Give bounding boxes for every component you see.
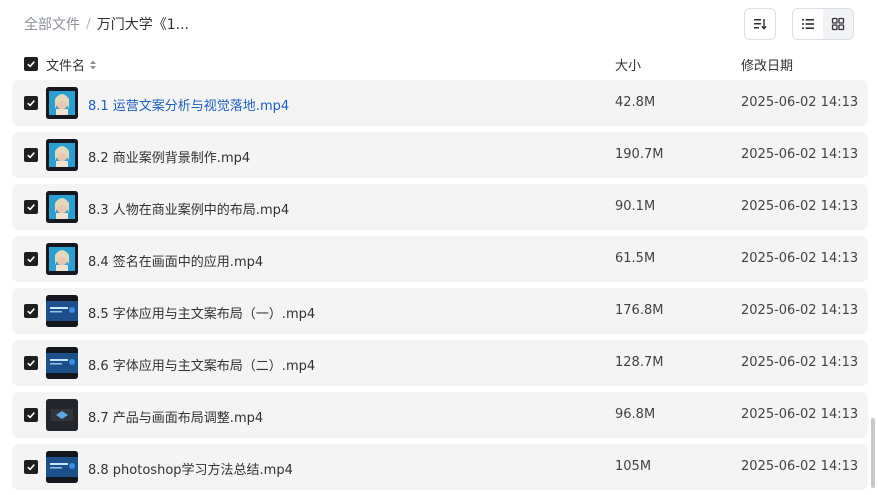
row-checkbox[interactable] xyxy=(24,96,38,110)
file-size: 128.7M xyxy=(615,355,664,370)
sort-button[interactable] xyxy=(744,8,776,40)
breadcrumb-current-folder: 万门大学《1... xyxy=(96,17,189,33)
file-modified-date: 2025-06-02 14:13 xyxy=(741,459,859,474)
check-icon xyxy=(27,61,35,68)
file-name-link[interactable]: 8.7 产品与画面布局调整.mp4 xyxy=(88,407,263,426)
file-size: 105M xyxy=(615,459,652,474)
file-size: 176.8M xyxy=(615,303,664,318)
sort-updown-icon xyxy=(90,60,97,69)
table-row[interactable]: 8.6 字体应用与主文案布局（二）.mp4 128.7M 2025-06-02 14… xyxy=(12,340,868,386)
row-checkbox[interactable] xyxy=(24,148,38,162)
check-icon xyxy=(27,360,35,367)
column-header-size[interactable]: 大小 xyxy=(615,55,641,74)
table-row[interactable]: 8.2 商业案例背景制作.mp4 190.7M 2025-06-02 14:13 xyxy=(12,132,868,178)
breadcrumb-root-link[interactable]: 全部文件 xyxy=(24,14,80,34)
view-toggle xyxy=(792,8,854,40)
file-modified-date: 2025-06-02 14:13 xyxy=(741,355,859,370)
column-header-name[interactable]: 文件名 xyxy=(46,55,98,74)
file-name-link[interactable]: 8.2 商业案例背景制作.mp4 xyxy=(88,147,250,166)
video-thumbnail[interactable] xyxy=(46,399,78,431)
grid-view-button[interactable] xyxy=(823,9,853,39)
table-row[interactable]: 8.4 签名在画面中的应用.mp4 61.5M 2025-06-02 14:13 xyxy=(12,236,868,282)
breadcrumb-separator: / xyxy=(86,16,91,32)
check-icon xyxy=(27,204,35,211)
top-bar: 全部文件 / 万门大学《1... xyxy=(0,0,878,48)
file-name-link[interactable]: 8.1 运营文案分析与视觉落地.mp4 xyxy=(88,95,289,114)
table-row[interactable]: 8.5 字体应用与主文案布局（一）.mp4 176.8M 2025-06-02 14… xyxy=(12,288,868,334)
check-icon xyxy=(27,100,35,107)
list-view-button[interactable] xyxy=(793,9,823,39)
check-icon xyxy=(27,308,35,315)
file-size: 90.1M xyxy=(615,199,656,214)
file-modified-date: 2025-06-02 14:13 xyxy=(741,147,859,162)
check-icon xyxy=(27,256,35,263)
breadcrumb: 全部文件 / 万门大学《1... xyxy=(24,14,189,34)
column-header-modified[interactable]: 修改日期 xyxy=(741,55,793,74)
file-name-link[interactable]: 8.8 photoshop学习方法总结.mp4 xyxy=(88,459,293,478)
grid-view-icon xyxy=(831,17,845,31)
list-view-icon xyxy=(802,19,814,29)
file-size: 190.7M xyxy=(615,147,664,162)
table-row[interactable]: 8.8 photoshop学习方法总结.mp4 105M 2025-06-02 14… xyxy=(12,444,868,490)
column-header-name-label: 文件名 xyxy=(46,59,86,74)
select-all-checkbox[interactable] xyxy=(24,57,38,71)
file-modified-date: 2025-06-02 14:13 xyxy=(741,407,859,422)
video-thumbnail[interactable] xyxy=(46,139,78,171)
file-name-link[interactable]: 8.6 字体应用与主文案布局（二）.mp4 xyxy=(88,355,315,374)
video-thumbnail[interactable] xyxy=(46,451,78,483)
table-row[interactable]: 8.1 运营文案分析与视觉落地.mp4 42.8M 2025-06-02 14:13 xyxy=(12,80,868,126)
video-thumbnail[interactable] xyxy=(46,295,78,327)
check-icon xyxy=(27,152,35,159)
file-name-link[interactable]: 8.3 人物在商业案例中的布局.mp4 xyxy=(88,199,289,218)
table-row[interactable]: 8.3 人物在商业案例中的布局.mp4 90.1M 2025-06-02 14:13 xyxy=(12,184,868,230)
row-checkbox[interactable] xyxy=(24,252,38,266)
file-modified-date: 2025-06-02 14:13 xyxy=(741,251,859,266)
sort-lines-icon xyxy=(754,19,767,30)
row-checkbox[interactable] xyxy=(24,408,38,422)
check-icon xyxy=(27,412,35,419)
row-checkbox[interactable] xyxy=(24,304,38,318)
video-thumbnail[interactable] xyxy=(46,87,78,119)
scrollbar-thumb[interactable] xyxy=(871,418,875,488)
video-thumbnail[interactable] xyxy=(46,347,78,379)
table-header: 文件名 大小 修改日期 xyxy=(12,52,868,76)
file-size: 96.8M xyxy=(615,407,656,422)
file-name-link[interactable]: 8.4 签名在画面中的应用.mp4 xyxy=(88,251,263,270)
file-modified-date: 2025-06-02 14:13 xyxy=(741,199,859,214)
file-modified-date: 2025-06-02 14:13 xyxy=(741,95,859,110)
row-checkbox[interactable] xyxy=(24,200,38,214)
file-size: 42.8M xyxy=(615,95,656,110)
video-thumbnail[interactable] xyxy=(46,243,78,275)
video-thumbnail[interactable] xyxy=(46,191,78,223)
row-checkbox[interactable] xyxy=(24,460,38,474)
row-checkbox[interactable] xyxy=(24,356,38,370)
file-size: 61.5M xyxy=(615,251,656,266)
table-row[interactable]: 8.7 产品与画面布局调整.mp4 96.8M 2025-06-02 14:13 xyxy=(12,392,868,438)
check-icon xyxy=(27,464,35,471)
file-modified-date: 2025-06-02 14:13 xyxy=(741,303,859,318)
file-name-link[interactable]: 8.5 字体应用与主文案布局（一）.mp4 xyxy=(88,303,315,322)
